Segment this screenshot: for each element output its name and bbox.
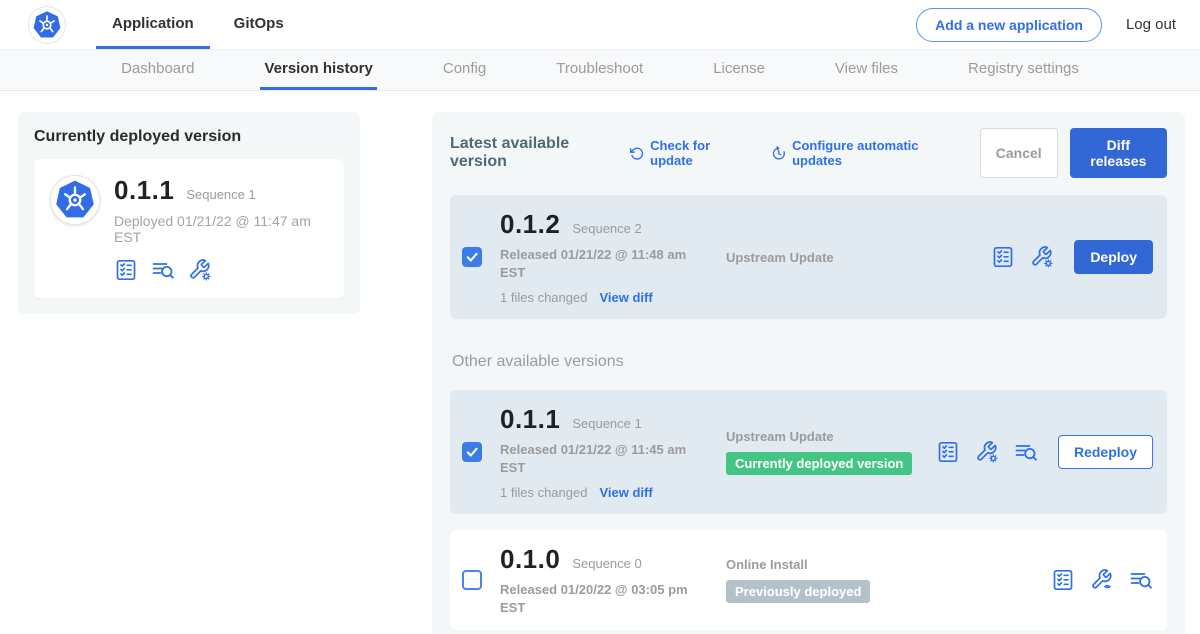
subnav-item-license[interactable]: License [709,50,769,90]
top-nav-right: Add a new application Log out [916,0,1176,49]
preflight-checks-icon[interactable] [1051,568,1075,592]
version-checkbox[interactable] [462,570,482,590]
deployed-sequence-label: Sequence 1 [186,187,255,202]
top-nav: Application GitOps Add a new application… [0,0,1200,50]
released-timestamp: Released 01/20/22 @ 03:05 pm EST [500,581,696,616]
previously-deployed-badge: Previously deployed [726,580,870,603]
deployed-version-number: 0.1.1 [114,175,174,206]
files-changed-label: 1 files changed [500,290,587,305]
cancel-button[interactable]: Cancel [980,128,1058,178]
app-subnav: Dashboard Version history Config Trouble… [0,50,1200,91]
version-checkbox[interactable] [462,442,482,462]
edit-config-icon[interactable] [1030,245,1054,269]
kubernetes-logo-icon [28,6,66,44]
subnav-item-config[interactable]: Config [439,50,490,90]
version-number: 0.1.1 [500,404,560,435]
configure-automatic-updates-link[interactable]: Configure automatic updates [771,138,956,168]
version-row-0-1-0: 0.1.0 Sequence 0 Released 01/20/22 @ 03:… [450,530,1167,630]
tab-gitops[interactable]: GitOps [218,0,300,49]
currently-deployed-badge: Currently deployed version [726,452,912,475]
currently-deployed-panel: Currently deployed version 0.1.1 Sequenc… [18,112,360,314]
sequence-label: Sequence 2 [572,221,641,236]
deployed-timestamp: Deployed 01/21/22 @ 11:47 am EST [114,213,326,245]
view-config-icon[interactable] [1090,568,1114,592]
version-source-label: Upstream Update [726,429,924,444]
preflight-checks-icon[interactable] [936,440,960,464]
released-timestamp: Released 01/21/22 @ 11:45 am EST [500,441,696,476]
clock-refresh-icon [771,145,786,162]
latest-available-title: Latest available version [450,135,615,171]
sequence-label: Sequence 1 [572,416,641,431]
view-diff-link[interactable]: View diff [599,485,652,500]
version-source-label: Online Install [726,557,1039,572]
top-nav-tabs: Application GitOps [96,0,300,49]
diff-releases-button[interactable]: Diff releases [1070,128,1167,178]
version-checkbox[interactable] [462,247,482,267]
view-diff-link[interactable]: View diff [599,290,652,305]
refresh-icon [629,145,644,162]
version-number: 0.1.0 [500,544,560,575]
version-number: 0.1.2 [500,209,560,240]
tab-gitops-label: GitOps [234,15,284,32]
deploy-logs-icon[interactable] [1014,440,1038,464]
subnav-item-registry-settings[interactable]: Registry settings [964,50,1083,90]
deploy-button[interactable]: Deploy [1074,240,1153,274]
main-content: Currently deployed version 0.1.1 Sequenc… [0,91,1200,634]
other-available-versions-title: Other available versions [452,353,1167,371]
released-timestamp: Released 01/21/22 @ 11:48 am EST [500,246,696,281]
edit-config-icon[interactable] [188,258,212,282]
version-source-label: Upstream Update [726,250,979,265]
tab-application-label: Application [112,15,194,32]
available-versions-header: Latest available version Check for updat… [450,128,1167,178]
deployed-version-card: 0.1.1 Sequence 1 Deployed 01/21/22 @ 11:… [34,159,344,298]
sequence-label: Sequence 0 [572,556,641,571]
files-changed-label: 1 files changed [500,485,587,500]
version-row-0-1-1: 0.1.1 Sequence 1 Released 01/21/22 @ 11:… [450,390,1167,514]
preflight-checks-icon[interactable] [991,245,1015,269]
subnav-item-version-history[interactable]: Version history [260,50,376,90]
logout-link[interactable]: Log out [1126,16,1176,33]
check-for-update-label: Check for update [650,138,746,168]
check-for-update-link[interactable]: Check for update [629,138,747,168]
available-versions-panel: Latest available version Check for updat… [432,112,1185,634]
add-new-application-button[interactable]: Add a new application [916,8,1102,42]
app-kubernetes-icon [50,175,100,225]
subnav-item-dashboard[interactable]: Dashboard [117,50,198,90]
deploy-logs-icon[interactable] [151,258,175,282]
configure-automatic-updates-label: Configure automatic updates [792,138,956,168]
subnav-item-view-files[interactable]: View files [831,50,902,90]
version-row-0-1-2: 0.1.2 Sequence 2 Released 01/21/22 @ 11:… [450,195,1167,319]
currently-deployed-title: Currently deployed version [18,112,360,159]
edit-config-icon[interactable] [975,440,999,464]
preflight-checks-icon[interactable] [114,258,138,282]
redeploy-button[interactable]: Redeploy [1058,435,1153,469]
deploy-logs-icon[interactable] [1129,568,1153,592]
tab-application[interactable]: Application [96,0,210,49]
subnav-item-troubleshoot[interactable]: Troubleshoot [552,50,647,90]
